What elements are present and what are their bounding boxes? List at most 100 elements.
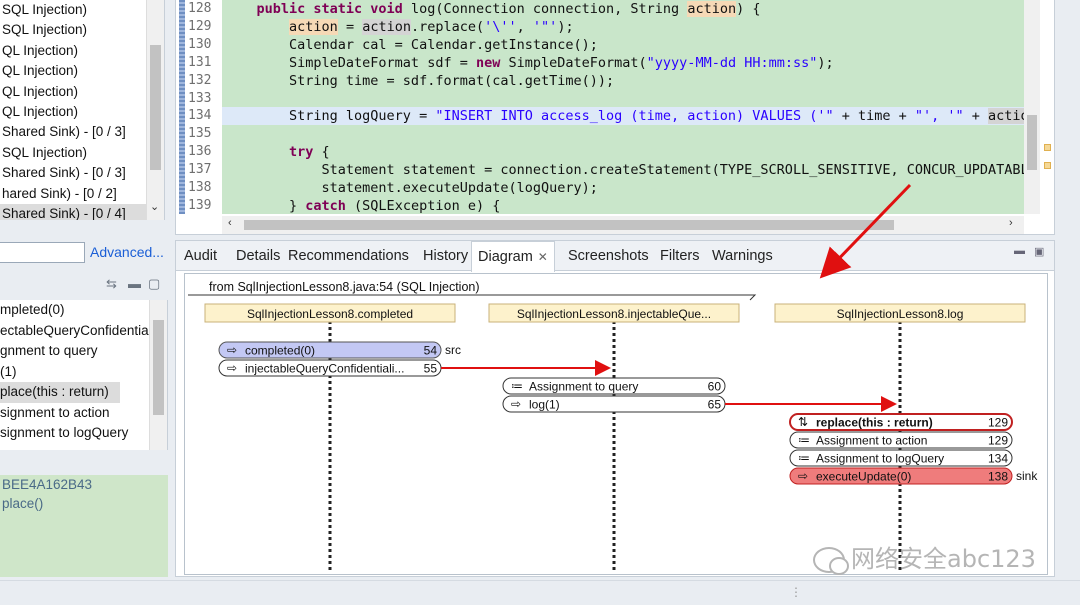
code-token: = <box>337 18 363 35</box>
code-token: try <box>289 143 314 160</box>
tab-details[interactable]: Details <box>236 248 280 264</box>
trace-item[interactable]: gnment to query <box>0 341 167 362</box>
trace-node-line: 54 <box>424 344 438 358</box>
code-editor[interactable]: 128 public static void log(Connection co… <box>175 0 1055 235</box>
code-token: "', '" <box>914 107 964 124</box>
trace-scrollbar[interactable] <box>149 300 167 450</box>
call-icon: ⇨ <box>511 397 521 411</box>
trace-item[interactable]: signment to logQuery <box>0 423 167 444</box>
chevron-right-icon[interactable]: › <box>1009 217 1013 229</box>
tree-item[interactable]: QL Injection) <box>0 82 164 102</box>
trace-list[interactable]: mpleted(0) ectableQueryConfidentia gnment … <box>0 300 168 450</box>
trace-node-line: 129 <box>988 434 1008 448</box>
tree-item[interactable]: Shared Sink) - [0 / 3] <box>0 122 164 142</box>
frame-label: from SqlInjectionLesson8.java:54 (SQL In… <box>209 280 480 294</box>
code-line[interactable]: 134 String logQuery = "INSERT INTO acces… <box>176 106 1024 125</box>
trace-item[interactable]: signment to action <box>0 403 167 424</box>
code-line[interactable]: 138 statement.executeUpdate(logQuery); <box>176 179 1024 197</box>
code-token: SimpleDateFormat( <box>500 54 647 71</box>
code-line[interactable]: 130 Calendar cal = Calendar.getInstance(… <box>176 36 1024 54</box>
tab-diagram[interactable]: Diagram ✕ <box>471 241 555 272</box>
tab-warnings[interactable]: Warnings <box>712 248 773 264</box>
tab-recommendations[interactable]: Recommendations <box>288 248 409 264</box>
trace-node-tag: src <box>445 343 461 357</box>
tab-label: Screenshots <box>568 248 649 264</box>
search-input[interactable] <box>0 242 85 263</box>
code-line[interactable]: 136 try { <box>176 143 1024 161</box>
tree-item[interactable]: SQL Injection) <box>0 20 164 40</box>
code-token: Calendar cal = Calendar.getInstance(); <box>224 36 598 53</box>
trace-node-label: log(1) <box>529 398 560 412</box>
trace-node-line: 138 <box>988 470 1008 484</box>
tab-label: Filters <box>660 248 700 264</box>
code-token: + <box>963 107 989 124</box>
watermark: 网络安全abc123 <box>813 539 1036 575</box>
code-token: ); <box>817 54 834 71</box>
tree-item[interactable]: SQL Injection) <box>0 143 164 163</box>
code-token: String time = sdf.format(cal.getTime()); <box>224 72 615 89</box>
editor-horizontal-scrollbar[interactable]: ‹ › <box>222 216 1024 234</box>
diagram-canvas: from SqlInjectionLesson8.java:54 (SQL In… <box>188 280 1038 572</box>
code-line[interactable]: 129 action = action.replace('\'', '"'); <box>176 18 1024 36</box>
code-token: Statement statement = connection.createS… <box>224 161 1024 178</box>
advanced-link[interactable]: Advanced... <box>90 244 164 260</box>
tree-item[interactable]: SQL Injection) <box>0 0 164 20</box>
tree-item[interactable]: QL Injection) <box>0 41 164 61</box>
call-icon: ⇨ <box>227 343 237 357</box>
trace-item[interactable]: mpleted(0) <box>0 300 167 321</box>
assignment-icon: ≔ <box>511 379 523 393</box>
minimize-icon[interactable]: ▬ <box>128 276 141 291</box>
editor-vertical-scrollbar[interactable] <box>1024 0 1040 214</box>
tree-item[interactable]: Shared Sink) - [0 / 4] <box>0 203 164 220</box>
code-line[interactable]: 132 String time = sdf.format(cal.getTime… <box>176 72 1024 90</box>
code-text: Statement statement = connection.createS… <box>222 161 1024 179</box>
trace-node-line: 134 <box>988 452 1008 466</box>
tab-history[interactable]: History <box>423 248 468 264</box>
code-token: "yyyy-MM-dd HH:mm:ss" <box>646 54 818 71</box>
tree-scrollbar[interactable]: ⌄ <box>146 0 164 220</box>
tab-screenshots[interactable]: Screenshots <box>568 248 649 264</box>
lifeline-label: SqlInjectionLesson8.injectableQue... <box>517 307 711 321</box>
code-line[interactable]: 137 Statement statement = connection.cre… <box>176 161 1024 179</box>
code-line[interactable]: 133 <box>176 90 1024 108</box>
tab-label: Diagram <box>478 249 533 265</box>
link-icon[interactable]: ⇆ <box>106 276 117 292</box>
line-number: 137 <box>188 161 212 177</box>
lifeline-label: SqlInjectionLesson8.log <box>837 307 964 321</box>
trace-node-tag: sink <box>1016 469 1038 483</box>
tree-item[interactable]: QL Injection) <box>0 61 164 81</box>
code-line[interactable]: 135 <box>176 125 1024 143</box>
chevron-left-icon[interactable]: ‹ <box>228 217 232 229</box>
code-line[interactable]: 128 public static void log(Connection co… <box>176 0 1024 18</box>
tab-filters[interactable]: Filters <box>660 248 699 264</box>
trace-item[interactable]: ectableQueryConfidentia <box>0 321 167 342</box>
trace-toolbar: ⇆ ▬ ▢ <box>0 270 170 298</box>
chevron-down-icon[interactable]: ⌄ <box>150 200 159 213</box>
tree-item[interactable]: QL Injection) <box>0 102 164 122</box>
maximize-icon[interactable]: ▣ <box>1034 245 1044 258</box>
tree-item[interactable]: Shared Sink) - [0 / 3] <box>0 163 164 183</box>
issue-tree[interactable]: SQL Injection) SQL Injection) QL Injection… <box>0 0 165 220</box>
ide-window: SQL Injection) SQL Injection) QL Injection… <box>0 0 1080 605</box>
line-number: 133 <box>188 90 212 106</box>
annotation-marker[interactable] <box>1044 162 1051 169</box>
maximize-icon[interactable]: ▢ <box>148 276 160 292</box>
code-token: SimpleDateFormat sdf = <box>224 54 476 71</box>
tab-audit[interactable]: Audit <box>184 248 217 264</box>
annotation-marker[interactable] <box>1044 144 1051 151</box>
panel-tabbar: ▬ ▣ Audit Details Recommendations History Di… <box>176 241 1054 272</box>
code-line[interactable]: 131 SimpleDateFormat sdf = new SimpleDat… <box>176 54 1024 72</box>
close-icon[interactable]: ✕ <box>538 250 548 264</box>
trace-node-line: 65 <box>708 398 722 412</box>
tab-label: Audit <box>184 248 218 264</box>
code-line[interactable]: 139 } catch (SQLException e) { <box>176 197 1024 215</box>
code-token: '"' <box>532 18 558 35</box>
code-text: try { <box>222 143 1024 161</box>
tree-item[interactable]: hared Sink) - [0 / 2] <box>0 184 164 204</box>
line-number: 131 <box>188 54 212 70</box>
trace-item[interactable]: (1) <box>0 362 167 383</box>
minimize-icon[interactable]: ▬ <box>1014 245 1025 257</box>
trace-item[interactable]: place(this : return) <box>0 382 120 403</box>
